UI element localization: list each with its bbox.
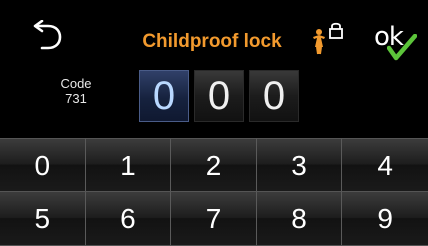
code-value: 731 bbox=[65, 91, 87, 106]
key-9[interactable]: 9 bbox=[342, 192, 428, 246]
code-hint: Code 731 bbox=[46, 76, 106, 106]
back-button[interactable] bbox=[22, 16, 72, 56]
code-digit-2[interactable]: 0 bbox=[194, 70, 244, 122]
child-lock-icon bbox=[313, 22, 343, 55]
code-digit-3[interactable]: 0 bbox=[249, 70, 299, 122]
numeric-keypad: 0 1 2 3 4 5 6 7 8 9 bbox=[0, 138, 428, 246]
checkmark-icon bbox=[387, 34, 417, 61]
key-4[interactable]: 4 bbox=[342, 138, 428, 192]
childproof-lock-screen: Childproof lock ok Code 731 0 0 0 0 1 2 … bbox=[0, 0, 428, 246]
key-2[interactable]: 2 bbox=[171, 138, 257, 192]
key-6[interactable]: 6 bbox=[85, 192, 172, 246]
child-lock-indicator bbox=[310, 20, 346, 56]
page-title: Childproof lock bbox=[142, 31, 282, 52]
key-1[interactable]: 1 bbox=[85, 138, 172, 192]
ok-button[interactable]: ok bbox=[360, 18, 422, 62]
back-arrow-icon bbox=[33, 20, 62, 50]
code-digit-1[interactable]: 0 bbox=[139, 70, 189, 122]
key-5[interactable]: 5 bbox=[0, 192, 86, 246]
key-7[interactable]: 7 bbox=[171, 192, 257, 246]
key-0[interactable]: 0 bbox=[0, 138, 86, 192]
code-label: Code bbox=[60, 76, 92, 91]
key-3[interactable]: 3 bbox=[256, 138, 343, 192]
key-8[interactable]: 8 bbox=[256, 192, 343, 246]
